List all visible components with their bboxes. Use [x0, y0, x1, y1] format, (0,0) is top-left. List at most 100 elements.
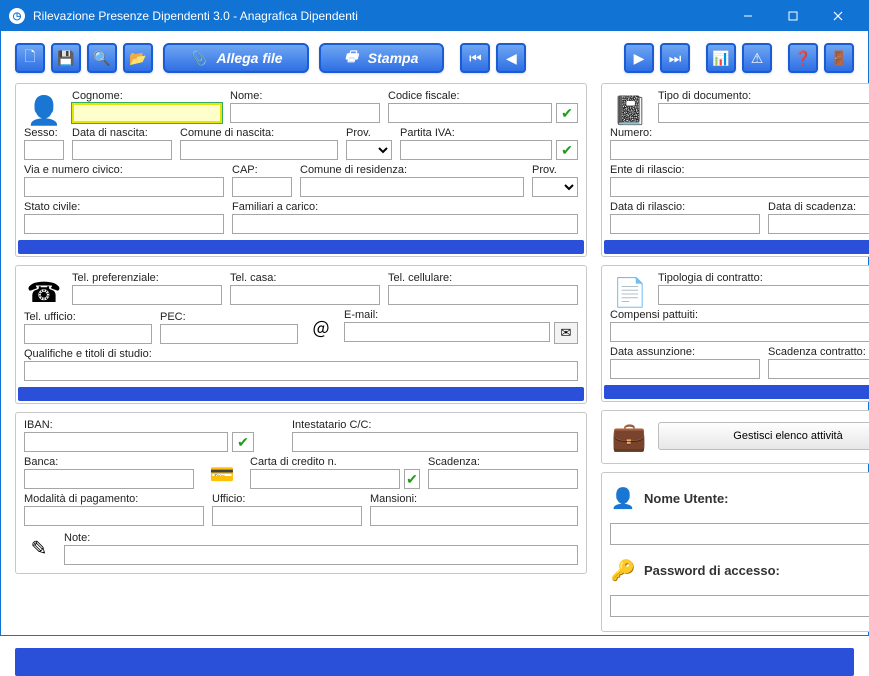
cap-input[interactable] [232, 177, 292, 197]
export-excel-button[interactable]: 📊 [706, 43, 736, 73]
teluff-input[interactable] [24, 324, 152, 344]
close-button[interactable] [815, 1, 860, 31]
label: Qualifiche e titoli di studio: [24, 348, 578, 360]
note-input[interactable] [64, 545, 578, 565]
personal-panel: 👤 Cognome: Nome: Codice fiscale: ✔ Sesso… [15, 83, 587, 257]
via-input[interactable] [24, 177, 224, 197]
label: Nome: [230, 90, 380, 102]
iban-input[interactable] [24, 432, 228, 452]
piva-input[interactable] [400, 140, 552, 160]
scad-input[interactable] [428, 469, 578, 489]
paperclip-icon: 📎 [189, 50, 206, 67]
cognome-input[interactable] [72, 103, 222, 123]
telcell-input[interactable] [388, 285, 578, 305]
ds-input[interactable] [768, 214, 869, 234]
label: Tipo di documento: [658, 90, 869, 102]
email-send-button[interactable]: ✉ [554, 322, 578, 344]
label: Ente di rilascio: [610, 164, 869, 176]
sesso-input[interactable] [24, 140, 64, 160]
label: Ufficio: [212, 493, 362, 505]
banca-input[interactable] [24, 469, 194, 489]
label: Data di scadenza: [768, 201, 869, 213]
scadcontr-input[interactable] [768, 359, 869, 379]
status-bar [15, 648, 854, 676]
label: Data di rilascio: [610, 201, 760, 213]
label: Prov. [346, 127, 392, 139]
dr-input[interactable] [610, 214, 760, 234]
first-record-button[interactable]: ⏮ [460, 43, 490, 73]
cr-input[interactable] [300, 177, 524, 197]
phone-icon: ☎ [24, 272, 64, 312]
bank-panel: IBAN: ✔ Intestatario C/C: Banca: 💳 Carta… [15, 412, 587, 574]
cf-input[interactable] [388, 103, 552, 123]
at-icon: ＠ [306, 314, 336, 344]
cc-check-icon[interactable]: ✔ [404, 469, 420, 489]
help-button[interactable]: ❓ [788, 43, 818, 73]
contract-panel: 📄 Tipologia di contratto: Compensi pattu… [601, 265, 869, 402]
label: Intestatario C/C: [292, 419, 578, 431]
sc-input[interactable] [24, 214, 224, 234]
attach-label: Allega file [216, 50, 282, 66]
document-panel: 📓 Tipo di documento: Numero: Ente di ril… [601, 83, 869, 257]
dn-input[interactable] [72, 140, 172, 160]
attach-file-button[interactable]: 📎 Allega file [163, 43, 309, 73]
fc-input[interactable] [232, 214, 578, 234]
mod-input[interactable] [24, 506, 204, 526]
label: Mansioni: [370, 493, 578, 505]
open-button[interactable]: 📂 [123, 43, 153, 73]
cf-check-icon[interactable]: ✔ [556, 103, 578, 123]
tipodoc-input[interactable] [658, 103, 869, 123]
label: Note: [64, 532, 578, 544]
separator-bar [18, 387, 584, 401]
password-input[interactable] [610, 595, 869, 617]
cc-input[interactable] [250, 469, 400, 489]
label: E-mail: [344, 309, 578, 321]
numero-input[interactable] [610, 140, 869, 160]
label: Tel. cellulare: [388, 272, 578, 284]
int-input[interactable] [292, 432, 578, 452]
qual-input[interactable] [24, 361, 578, 381]
iban-check-icon[interactable]: ✔ [232, 432, 254, 452]
note-icon: ✎ [24, 534, 54, 564]
next-record-button[interactable]: ▶ [624, 43, 654, 73]
new-button[interactable]: 🗋 [15, 43, 45, 73]
print-button[interactable]: 🖶 Stampa [319, 43, 445, 73]
uff-input[interactable] [212, 506, 362, 526]
cn-input[interactable] [180, 140, 338, 160]
prev-record-button[interactable]: ◀ [496, 43, 526, 73]
pec-input[interactable] [160, 324, 298, 344]
maximize-button[interactable] [770, 1, 815, 31]
piva-check-icon[interactable]: ✔ [556, 140, 578, 160]
prov2-select[interactable] [532, 177, 578, 197]
mans-input[interactable] [370, 506, 578, 526]
ente-input[interactable] [610, 177, 869, 197]
contract-icon: 📄 [610, 272, 650, 312]
separator-bar [18, 240, 584, 254]
exit-button[interactable]: 🚪 [824, 43, 854, 73]
label: Codice fiscale: [388, 90, 578, 102]
titlebar: ◷ Rilevazione Presenze Dipendenti 3.0 - … [1, 1, 868, 31]
minimize-button[interactable] [725, 1, 770, 31]
nome-input[interactable] [230, 103, 380, 123]
label: Cognome: [72, 90, 222, 102]
last-record-button[interactable]: ⏭ [660, 43, 690, 73]
save-button[interactable]: 💾 [51, 43, 81, 73]
telcasa-input[interactable] [230, 285, 380, 305]
username-input[interactable] [610, 523, 869, 545]
separator-bar [604, 385, 869, 399]
contact-panel: ☎ Tel. preferenziale: Tel. casa: Tel. ce… [15, 265, 587, 404]
manage-activities-button[interactable]: Gestisci elenco attività [658, 422, 869, 450]
label: Tel. casa: [230, 272, 380, 284]
search-button[interactable]: 🔍 [87, 43, 117, 73]
email-input[interactable] [344, 322, 550, 342]
label: Tipologia di contratto: [658, 272, 869, 284]
warning-button[interactable]: ⚠ [742, 43, 772, 73]
label: Stato civile: [24, 201, 224, 213]
prov-select[interactable] [346, 140, 392, 160]
label: Comune di residenza: [300, 164, 524, 176]
label: Data assunzione: [610, 346, 760, 358]
telpref-input[interactable] [72, 285, 222, 305]
compensi-input[interactable] [610, 322, 869, 342]
da-input[interactable] [610, 359, 760, 379]
tipocontr-input[interactable] [658, 285, 869, 305]
